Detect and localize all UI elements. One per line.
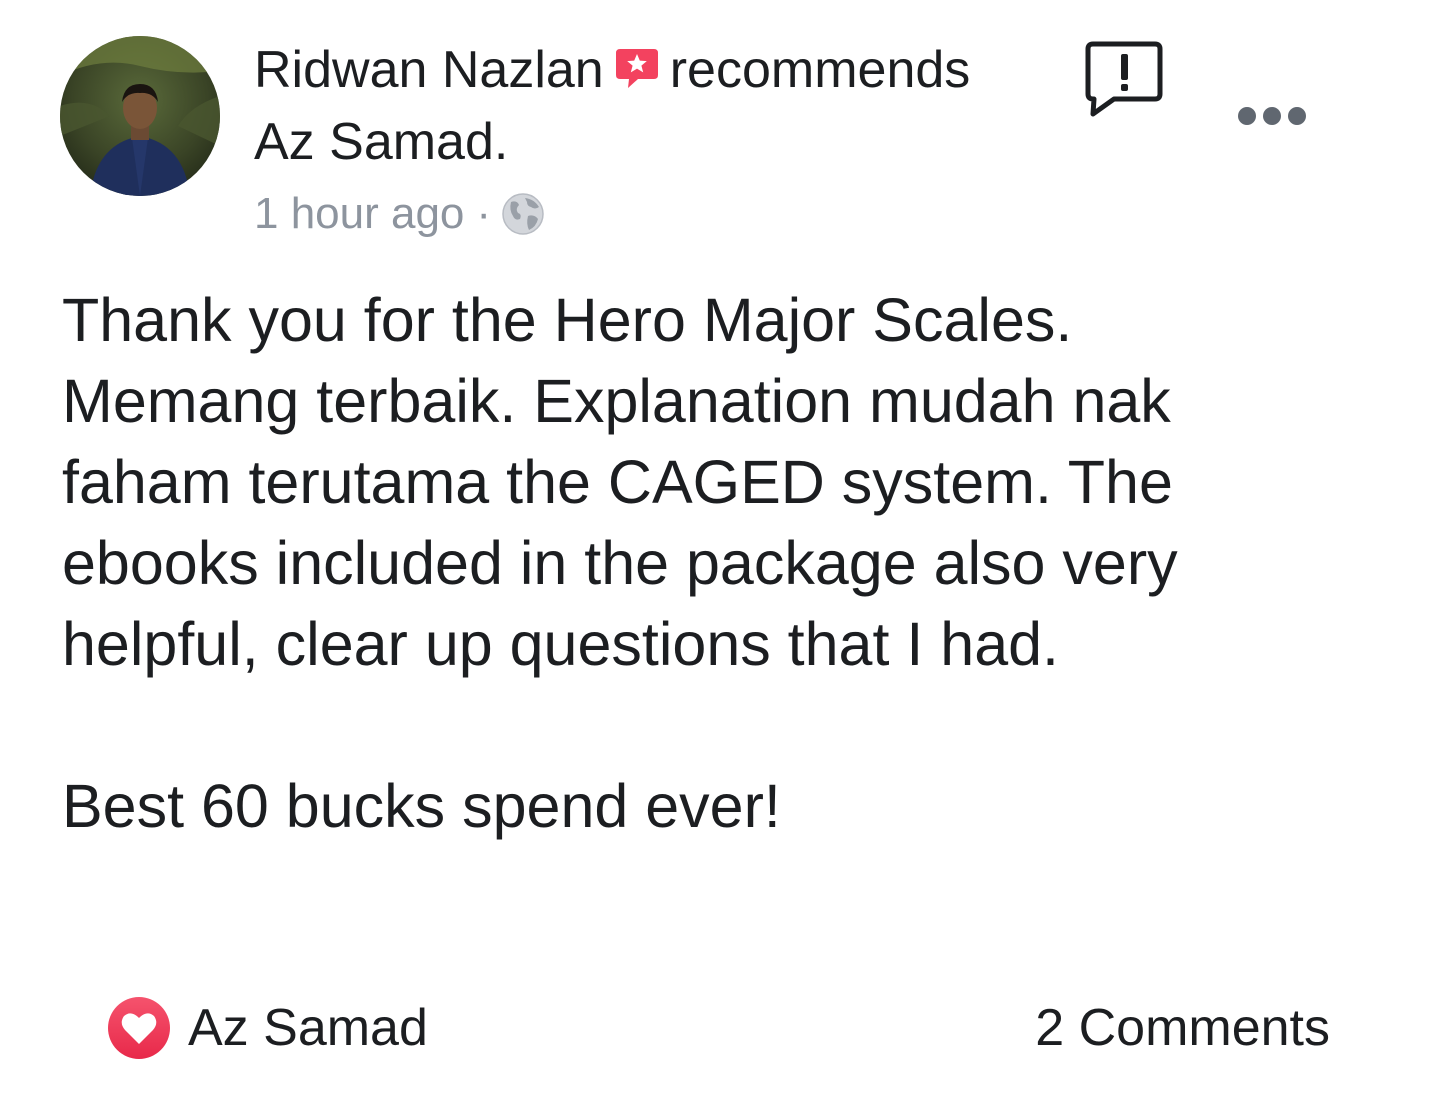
globe-icon bbox=[501, 192, 545, 236]
action-text: recommends bbox=[669, 41, 971, 99]
reactions-summary[interactable]: Az Samad bbox=[106, 996, 428, 1060]
post-paragraph: Best 60 bucks spend ever! bbox=[62, 772, 781, 840]
post-body: Thank you for the Hero Major Scales. Mem… bbox=[62, 280, 1322, 847]
reactor-name: Az Samad bbox=[188, 999, 428, 1057]
report-icon[interactable] bbox=[1084, 40, 1164, 118]
author-avatar[interactable] bbox=[60, 36, 220, 196]
post-paragraph: Thank you for the Hero Major Scales. Mem… bbox=[62, 286, 1178, 678]
more-options-icon[interactable] bbox=[1236, 100, 1308, 132]
comments-count[interactable]: 2 Comments bbox=[1035, 996, 1330, 1060]
page-name[interactable]: Az Samad. bbox=[254, 112, 508, 172]
author-name[interactable]: Ridwan Nazlan bbox=[254, 41, 604, 99]
heart-icon bbox=[106, 995, 172, 1061]
timestamp[interactable]: 1 hour ago bbox=[254, 189, 464, 238]
recommend-badge-icon bbox=[614, 44, 660, 90]
meta-separator: · bbox=[476, 189, 492, 238]
post-meta: 1 hour ago · bbox=[254, 188, 545, 240]
post-header: Ridwan Nazlan recommends bbox=[254, 40, 970, 100]
